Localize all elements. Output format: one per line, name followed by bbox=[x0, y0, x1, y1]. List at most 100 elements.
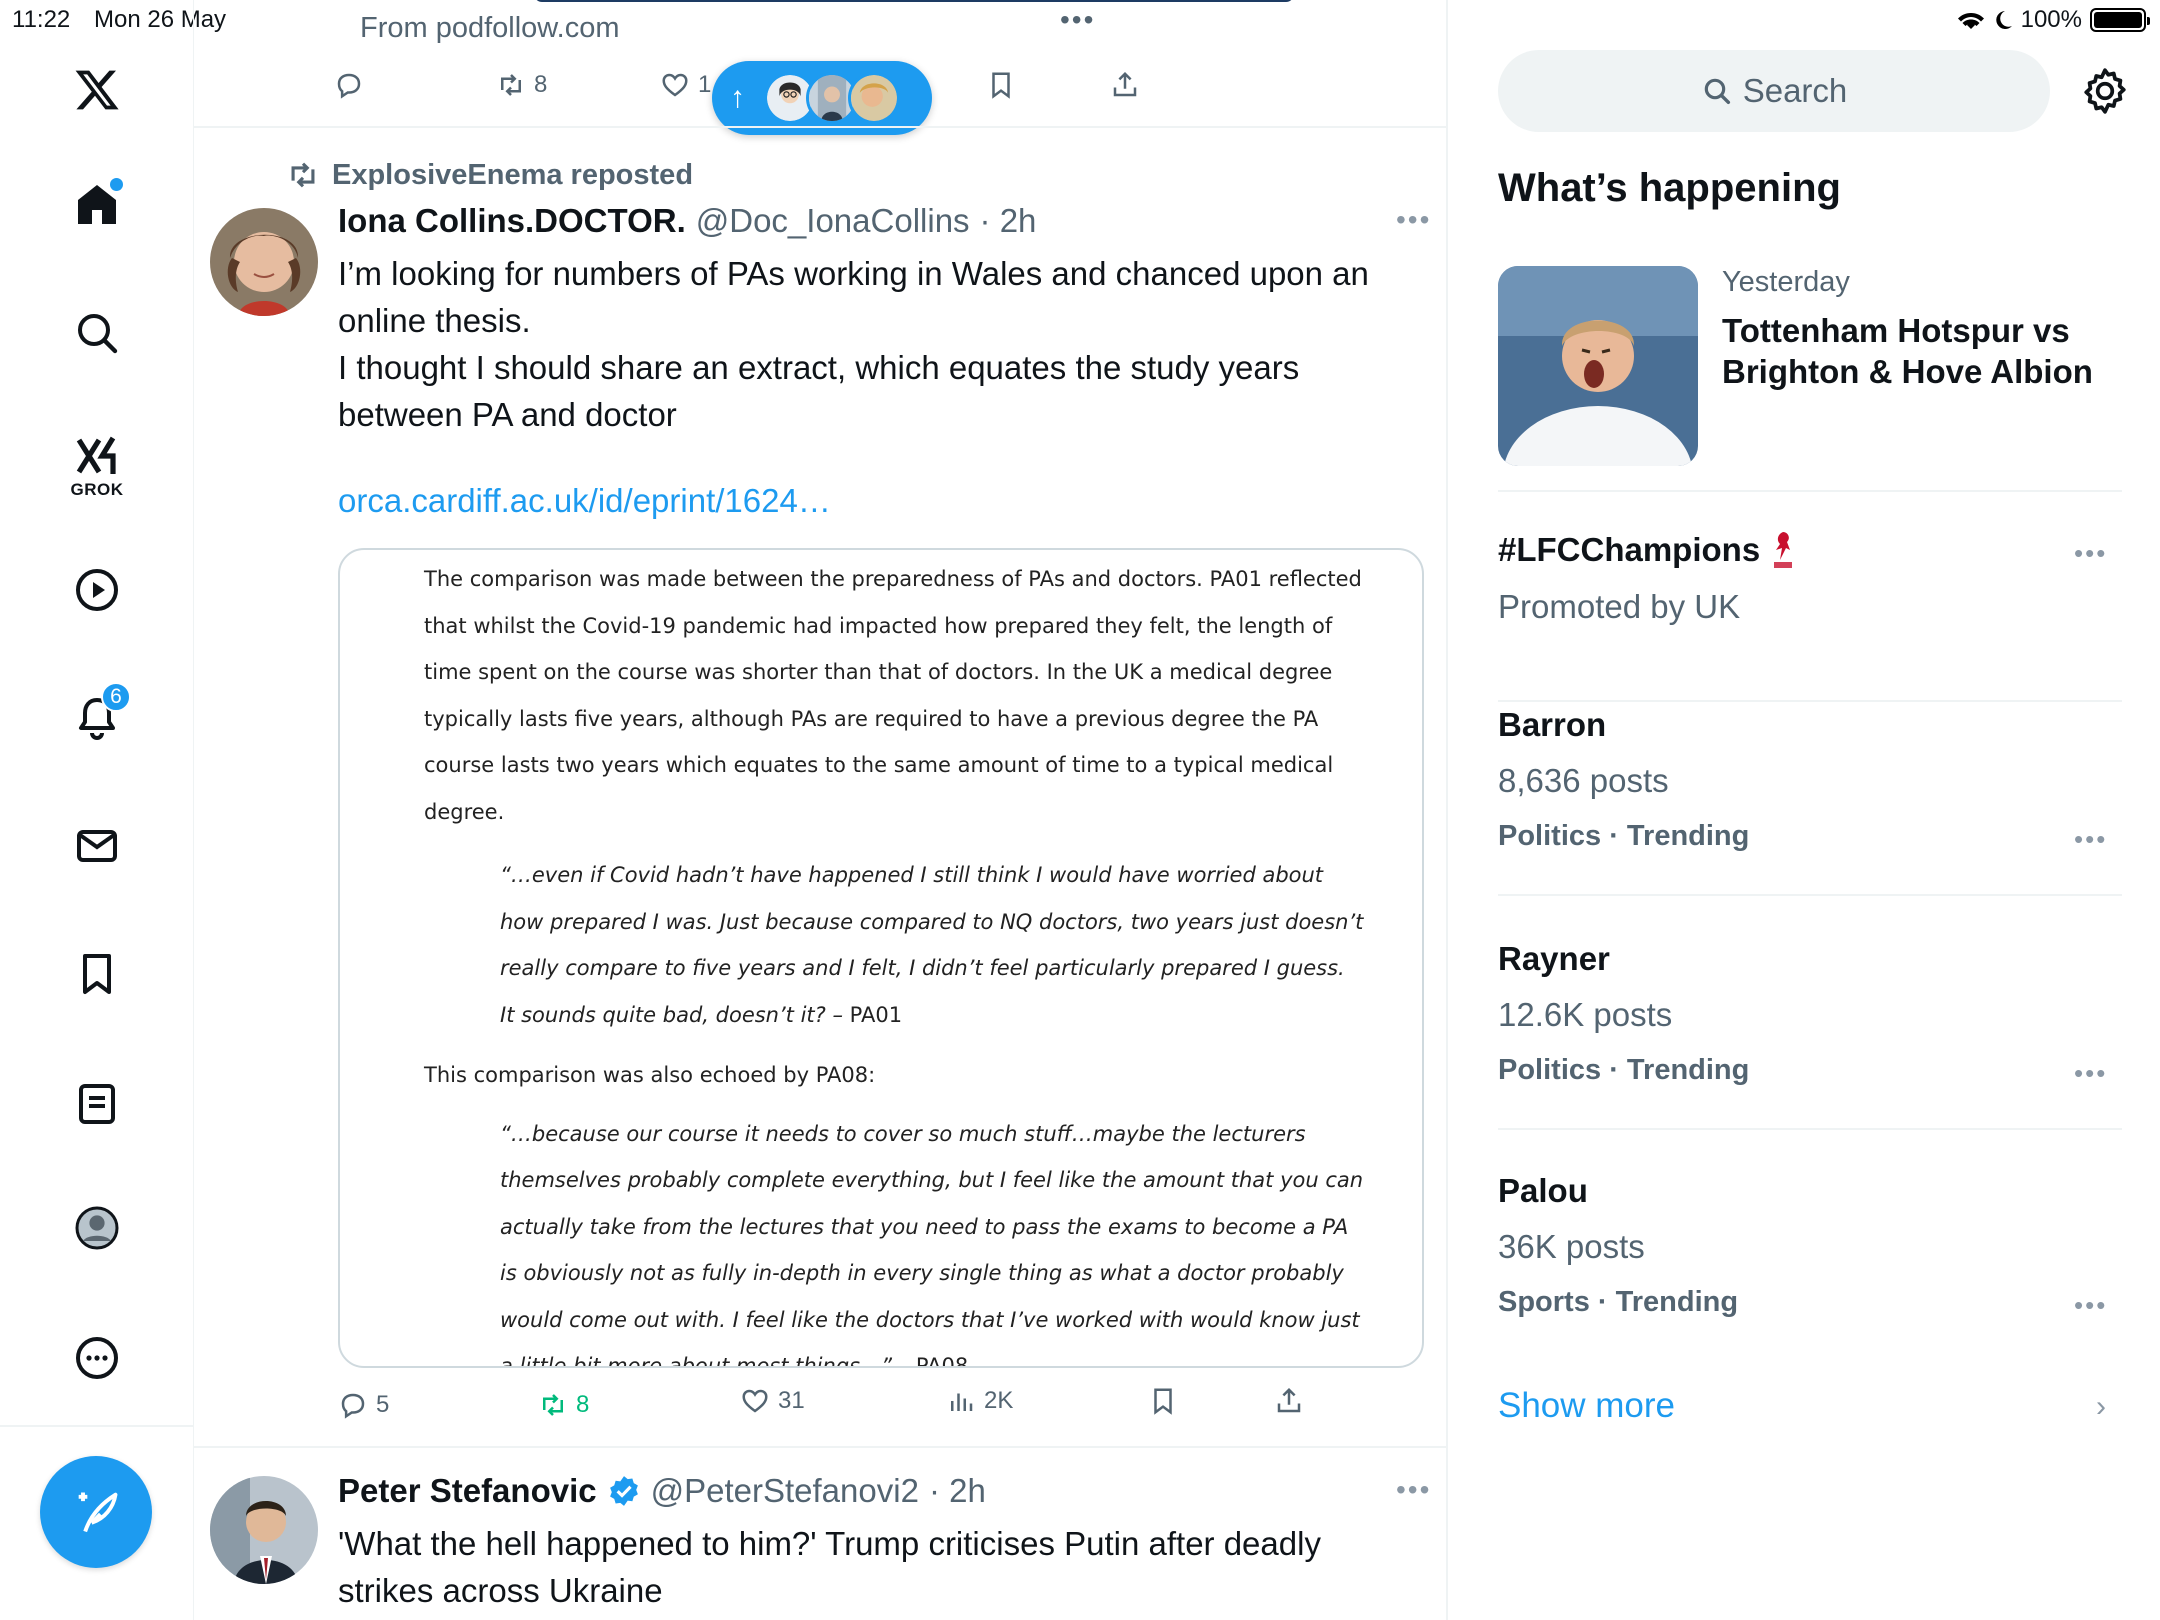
trend-title[interactable]: #LFCChampions bbox=[1498, 530, 1796, 570]
timeline: From podfollow.com ••• 8 1 ↑ ExplosiveEn… bbox=[194, 0, 1448, 1620]
trend-subtitle: Promoted by UK bbox=[1498, 588, 1741, 625]
reply-button[interactable]: 5 bbox=[338, 1390, 389, 1420]
more-circle-icon[interactable] bbox=[69, 1330, 125, 1386]
repost-button-active[interactable]: 8 bbox=[538, 1390, 589, 1420]
author-handle[interactable]: @PeterStefanovi2 bbox=[651, 1472, 919, 1510]
x-logo-icon[interactable] bbox=[69, 62, 125, 118]
trend-category: Politics · Trending bbox=[1498, 820, 1750, 852]
trend-divider bbox=[1498, 700, 2122, 702]
repost-count: 8 bbox=[576, 1391, 590, 1418]
trend-subtitle: 36K posts bbox=[1498, 1228, 1645, 1265]
author-name[interactable]: Iona Collins.DOCTOR. bbox=[338, 202, 686, 240]
list-icon[interactable] bbox=[69, 1076, 125, 1132]
views-button[interactable]: 2K bbox=[946, 1386, 1013, 1416]
reply-count: 5 bbox=[376, 1391, 390, 1418]
show-more-link[interactable]: Show more bbox=[1498, 1386, 1675, 1426]
bell-icon[interactable]: 6 bbox=[69, 682, 131, 746]
gear-icon[interactable] bbox=[2080, 66, 2130, 116]
trend-more-icon[interactable]: ••• bbox=[2074, 1290, 2107, 1321]
featured-trend-meta: Yesterday bbox=[1722, 266, 1850, 298]
drag-handle[interactable]: ••• bbox=[1060, 4, 1095, 36]
previous-post-source[interactable]: From podfollow.com bbox=[360, 12, 620, 45]
post-header: Iona Collins.DOCTOR. @Doc_IonaCollins · … bbox=[338, 202, 1036, 240]
reply-button[interactable] bbox=[334, 70, 364, 100]
bookmark-icon bbox=[1154, 1388, 1172, 1415]
post-divider bbox=[194, 126, 1448, 128]
image-quote-1: “…even if Covid hadn’t have happened I s… bbox=[500, 852, 1364, 1038]
nav-divider bbox=[0, 1425, 194, 1427]
compose-button[interactable] bbox=[40, 1456, 152, 1568]
play-icon[interactable] bbox=[69, 562, 125, 618]
reply-icon bbox=[341, 1393, 365, 1419]
post-time[interactable]: · 2h bbox=[980, 202, 1037, 240]
post-text-line1: I’m looking for numbers of PAs working i… bbox=[338, 255, 1369, 339]
trend-more-icon[interactable]: ••• bbox=[2074, 538, 2107, 569]
chevron-right-icon[interactable]: › bbox=[2096, 1390, 2106, 1424]
bookmark-button[interactable] bbox=[986, 70, 1016, 100]
featured-trend-headline[interactable]: Tottenham Hotspur vs Brighton & Hove Alb… bbox=[1722, 310, 2122, 392]
search-icon bbox=[1704, 78, 1730, 105]
trend-more-icon[interactable]: ••• bbox=[2074, 1058, 2107, 1089]
trend-title-text: #LFCChampions bbox=[1498, 531, 1761, 568]
like-count: 31 bbox=[778, 1387, 805, 1414]
liverbird-icon bbox=[1774, 532, 1793, 568]
post-time[interactable]: · 2h bbox=[929, 1472, 986, 1510]
grok-label: GROK bbox=[70, 480, 124, 499]
author-handle[interactable]: @Doc_IonaCollins bbox=[696, 202, 970, 240]
share-button[interactable] bbox=[1274, 1386, 1304, 1416]
trend-divider bbox=[1498, 1128, 2122, 1130]
post-image-content: The comparison was made between the prep… bbox=[424, 556, 1364, 1367]
post-image[interactable]: The comparison was made between the prep… bbox=[338, 548, 1424, 1368]
trend-subtitle: 12.6K posts bbox=[1498, 996, 1673, 1033]
post-link[interactable]: orca.cardiff.ac.uk/id/eprint/1624… bbox=[338, 482, 831, 520]
compose-feather-icon bbox=[78, 1492, 118, 1533]
heart-icon bbox=[662, 73, 688, 97]
post-divider bbox=[194, 1446, 1448, 1448]
trend-title[interactable]: Barron bbox=[1498, 706, 1606, 744]
search-icon[interactable] bbox=[69, 305, 125, 361]
repost-button[interactable]: 8 bbox=[496, 70, 547, 100]
image-quote-2: “…because our course it needs to cover s… bbox=[500, 1111, 1364, 1367]
featured-trend-image[interactable] bbox=[1498, 266, 1698, 466]
image-quote-1-attribution: PA01 bbox=[842, 1002, 903, 1027]
bookmark-button[interactable] bbox=[1148, 1386, 1178, 1416]
repost-icon bbox=[501, 74, 521, 96]
repost-icon bbox=[543, 1394, 563, 1416]
trend-title[interactable]: Rayner bbox=[1498, 940, 1610, 978]
author-avatar[interactable] bbox=[210, 208, 318, 316]
trend-subtitle: 8,636 posts bbox=[1498, 762, 1669, 799]
left-navigation: GROK 6 bbox=[0, 0, 194, 1620]
search-input[interactable]: Search bbox=[1498, 50, 2050, 132]
author-avatar[interactable] bbox=[210, 1476, 318, 1584]
mail-icon[interactable] bbox=[69, 818, 125, 874]
like-button[interactable]: 1 bbox=[660, 70, 711, 100]
search-placeholder: Search bbox=[1742, 72, 1848, 109]
repost-attribution-text: ExplosiveEnema reposted bbox=[332, 158, 694, 191]
image-paragraph-1: The comparison was made between the prep… bbox=[424, 567, 1362, 824]
trend-divider bbox=[1498, 490, 2122, 492]
analytics-icon bbox=[951, 1393, 973, 1411]
heart-icon bbox=[742, 1389, 768, 1413]
repost-count: 8 bbox=[534, 71, 548, 98]
repost-attribution[interactable]: ExplosiveEnema reposted bbox=[286, 158, 693, 192]
trend-title[interactable]: Palou bbox=[1498, 1172, 1588, 1210]
post-text: 'What the hell happened to him?' Trump c… bbox=[338, 1525, 1321, 1609]
new-posts-pill[interactable]: ↑ bbox=[712, 61, 932, 135]
trend-more-icon[interactable]: ••• bbox=[2074, 824, 2107, 855]
trend-category: Sports · Trending bbox=[1498, 1286, 1739, 1318]
right-sidebar: Search What’s happening Yesterday Totten… bbox=[1448, 0, 2160, 1620]
share-button[interactable] bbox=[1110, 70, 1140, 100]
bookmark-icon[interactable] bbox=[69, 946, 125, 1002]
profile-avatar-icon[interactable] bbox=[69, 1200, 125, 1256]
like-button[interactable]: 31 bbox=[740, 1386, 805, 1416]
verified-badge-icon bbox=[609, 1476, 638, 1506]
grok-icon[interactable] bbox=[69, 428, 125, 484]
post-more-icon[interactable]: ••• bbox=[1396, 1474, 1431, 1506]
share-icon bbox=[1277, 1387, 1301, 1413]
post-more-icon[interactable]: ••• bbox=[1396, 204, 1431, 236]
image-paragraph-2: This comparison was also echoed by PA08: bbox=[424, 1063, 876, 1087]
trend-category: Politics · Trending bbox=[1498, 1054, 1750, 1086]
author-name[interactable]: Peter Stefanovic bbox=[338, 1472, 597, 1510]
whats-happening-title: What’s happening bbox=[1498, 166, 1841, 210]
home-icon[interactable] bbox=[69, 176, 125, 232]
